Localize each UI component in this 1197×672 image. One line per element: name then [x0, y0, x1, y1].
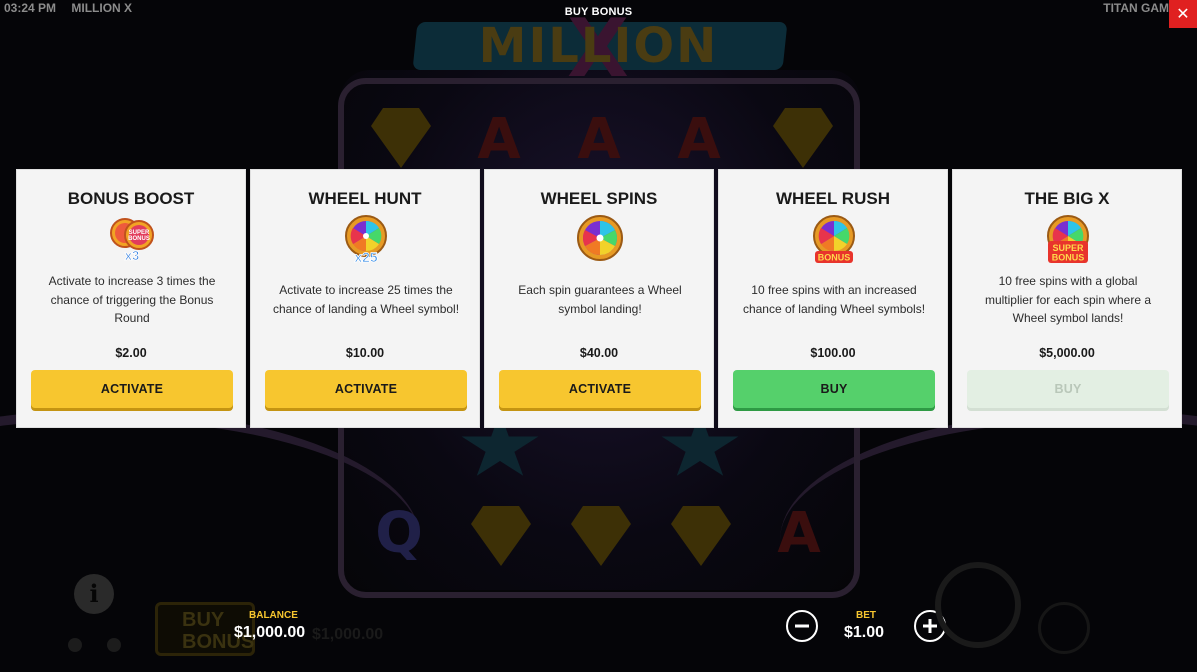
wheel-icon [577, 215, 623, 261]
letter-a-symbol: A [677, 107, 721, 172]
diamond-symbol [768, 108, 838, 168]
provider-name: TITAN GAM [1103, 1, 1169, 15]
buy-button-the-big-x: BUY [967, 370, 1169, 408]
card-description: Activate to increase 25 times the chance… [272, 283, 460, 316]
bonus-card-wheel-spins: WHEEL SPINS Each spin guarantees a Wheel… [484, 169, 714, 428]
spin-button[interactable] [935, 562, 1021, 648]
card-description: Each spin guarantees a Wheel symbol land… [518, 283, 682, 316]
wheel-bonus-icon: BONUS [813, 215, 855, 263]
bonus-card-wheel-hunt: WHEEL HUNT x25 Activate to increase 25 t… [250, 169, 480, 428]
card-price: $2.00 [115, 346, 147, 360]
card-title: WHEEL RUSH [776, 189, 890, 208]
svg-text:BONUS: BONUS [818, 253, 851, 263]
svg-text:BONUS: BONUS [128, 236, 150, 242]
wheel-super-bonus-icon: SUPER BONUS [1047, 215, 1089, 263]
close-button[interactable]: ✕ [1169, 0, 1197, 28]
card-title: WHEEL SPINS [540, 189, 658, 208]
letter-a-symbol: A [777, 501, 821, 566]
card-price: $10.00 [345, 346, 385, 360]
status-bar: 03:24 PM MILLION X BUY BONUS TITAN GAM [0, 0, 1197, 18]
card-description: 10 free spins with an increased chance o… [742, 283, 926, 316]
balance-label: BALANCE [249, 610, 298, 621]
autoplay-button[interactable] [1038, 602, 1090, 654]
letter-a-symbol: A [577, 107, 621, 172]
wheel-x25-icon: x25 [345, 215, 387, 264]
diamond-symbol [466, 506, 536, 566]
bet-decrease-button[interactable] [786, 610, 818, 642]
bonus-card-the-big-x: THE BIG X SUPER BONUS 10 free spins with… [952, 169, 1182, 428]
card-description: Activate to increase 3 times the chance … [48, 274, 216, 325]
svg-text:SUPER: SUPER [1052, 243, 1084, 253]
minus-icon [795, 624, 809, 628]
activate-button-bonus-boost[interactable]: ACTIVATE [31, 370, 233, 408]
card-description: 10 free spins with a global multiplier f… [984, 274, 1152, 325]
card-title: WHEEL HUNT [308, 189, 422, 208]
info-button[interactable]: i [74, 574, 114, 614]
bonus-card-wheel-rush: WHEEL RUSH BONUS 10 free spins with an i… [718, 169, 948, 428]
diamond-symbol [566, 506, 636, 566]
card-price: $100.00 [810, 346, 856, 360]
activate-button-wheel-hunt[interactable]: ACTIVATE [265, 370, 467, 408]
bonus-card-bonus-boost: BONUS BOOST SUPER BONUS x3 Activate to i… [16, 169, 246, 428]
modal-title: BUY BONUS [564, 6, 633, 18]
bet-value: $1.00 [844, 624, 885, 641]
game-logo: MILLION [478, 18, 719, 74]
bonus-boost-x3-icon: SUPER BONUS x3 [110, 218, 154, 263]
letter-a-symbol: A [477, 107, 521, 172]
diamond-symbol [666, 506, 736, 566]
bet-label: BET [856, 610, 876, 621]
letter-q-symbol: Q [375, 501, 423, 566]
card-price: $40.00 [579, 346, 619, 360]
card-title: THE BIG X [1024, 189, 1110, 208]
buy-button-wheel-rush[interactable]: BUY [733, 370, 935, 408]
svg-text:BONUS: BONUS [1052, 253, 1085, 263]
activate-button-wheel-spins[interactable]: ACTIVATE [499, 370, 701, 408]
card-title: BONUS BOOST [67, 189, 195, 208]
svg-text:x3: x3 [125, 248, 139, 263]
balance-value: $1,000.00 [234, 624, 306, 641]
settings-icon[interactable] [68, 638, 82, 652]
balance-ghost: $1,000.00 [312, 626, 384, 643]
bonus-cards: BONUS BOOST SUPER BONUS x3 Activate to i… [16, 169, 1182, 428]
diamond-symbol [366, 108, 436, 168]
svg-text:x25: x25 [354, 249, 378, 264]
card-price: $5,000.00 [1039, 346, 1095, 360]
sound-icon[interactable] [107, 638, 121, 652]
